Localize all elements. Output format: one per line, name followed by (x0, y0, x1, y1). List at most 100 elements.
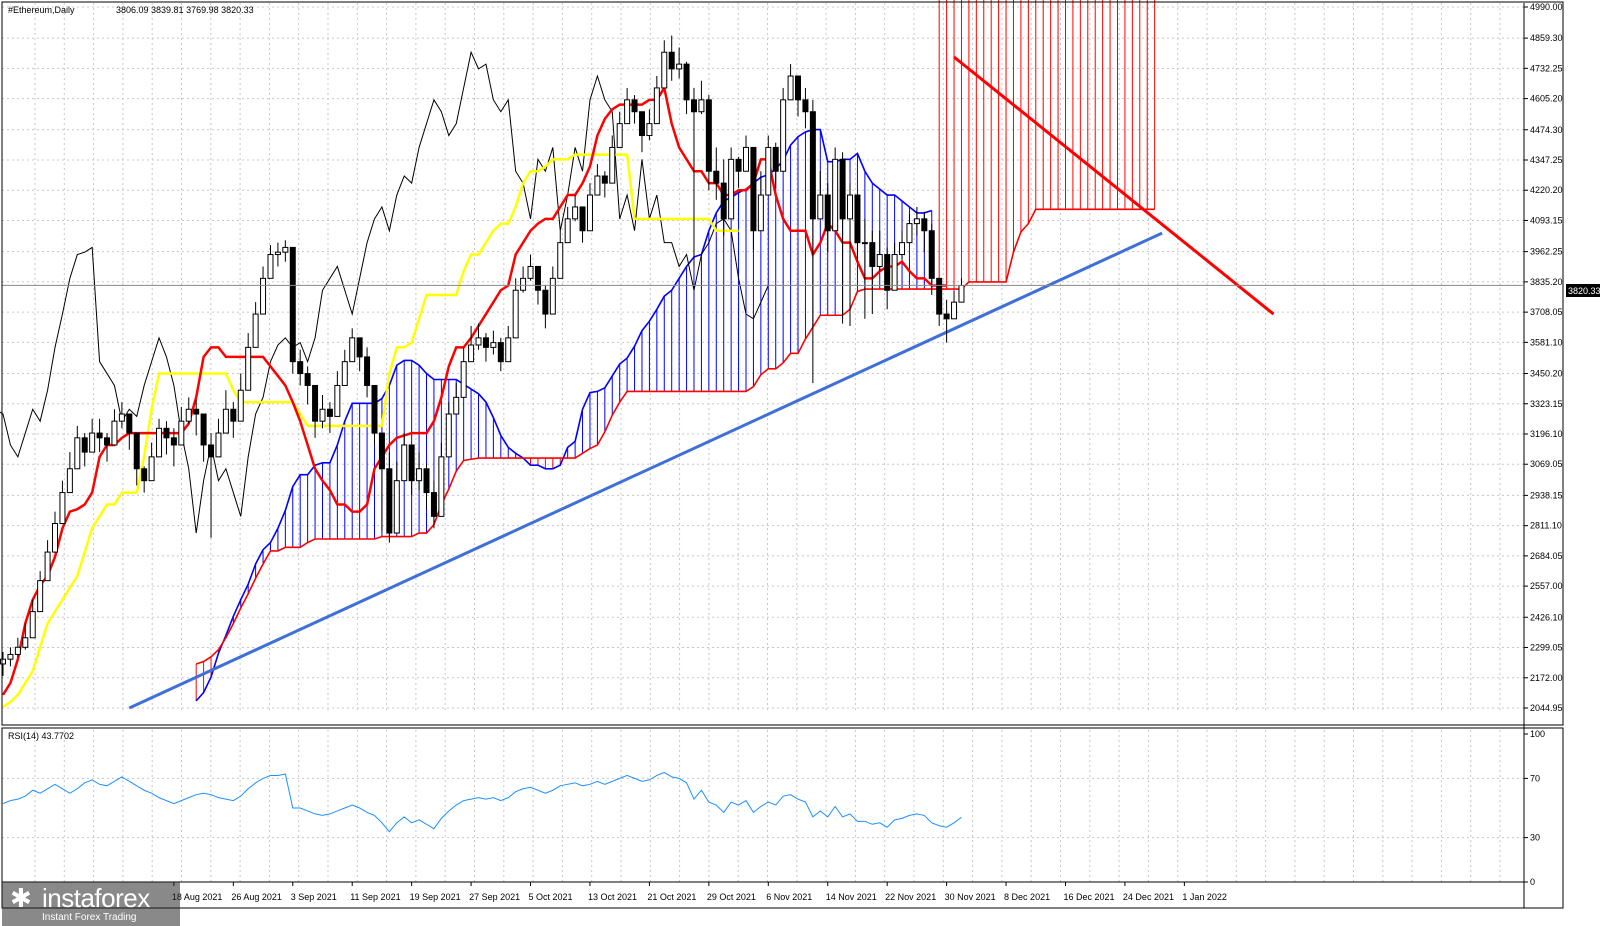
candle-up (765, 146, 772, 196)
price-tick-label: 3069.05 (1530, 459, 1563, 469)
candle-up (222, 408, 229, 434)
candle-down (928, 230, 935, 279)
candle-up (274, 251, 281, 256)
candle-up (37, 580, 44, 613)
candle-up (609, 146, 616, 184)
time-tick-label: 3 Sep 2021 (291, 892, 337, 902)
candle-up (468, 344, 475, 363)
time-tick-label: 8 Dec 2021 (1004, 892, 1050, 902)
candle-down (193, 408, 200, 415)
time-tick-label: 29 Oct 2021 (707, 892, 756, 902)
candle-up (148, 456, 155, 482)
candle-up (44, 551, 51, 582)
candle-up (245, 346, 252, 391)
ichimoku-cloud (195, 0, 1156, 702)
candle-up (334, 384, 341, 417)
candle-up (780, 99, 787, 172)
candle-up (22, 637, 29, 648)
rsi-tick-label: 70 (1530, 773, 1540, 783)
candle-up (66, 468, 73, 494)
candle-down (371, 384, 378, 434)
price-tick-label: 2426.10 (1530, 612, 1563, 622)
time-tick-label: 27 Sep 2021 (469, 892, 520, 902)
price-tick-label: 4990.00 (1530, 2, 1563, 12)
candle-up (906, 223, 913, 244)
candle-down (364, 356, 371, 386)
candle-up (267, 254, 274, 279)
candle-up (958, 284, 965, 303)
candle-up (393, 480, 400, 534)
candle-up (118, 413, 125, 422)
candle-down (772, 146, 779, 172)
rsi-series (2, 771, 962, 833)
candle-down (884, 254, 891, 291)
candle-up (490, 342, 497, 348)
candle-down (408, 444, 415, 482)
candle-down (170, 437, 177, 446)
candle-up (557, 242, 564, 279)
rsi-tick-label: 100 (1530, 729, 1545, 739)
price-tick-label: 2299.05 (1530, 643, 1563, 653)
candle-down (631, 99, 638, 113)
candle-up (252, 313, 259, 348)
candle-up (185, 408, 192, 422)
candle-up (416, 468, 423, 482)
price-tick-label: 4347.25 (1530, 155, 1563, 165)
rsi-panel-frame (1, 727, 1564, 909)
candle-up (29, 611, 36, 639)
candle-down (126, 413, 133, 434)
candle-down (795, 75, 802, 101)
time-tick-label: 13 Oct 2021 (588, 892, 637, 902)
candle-up (817, 194, 824, 220)
candle-down (96, 432, 103, 439)
candle-down (869, 242, 876, 267)
price-tick-label: 3581.10 (1530, 337, 1563, 347)
candle-up (787, 75, 794, 101)
chikou-span (0, 50, 769, 534)
time-tick-label: 26 Aug 2021 (231, 892, 282, 902)
time-tick-label: 21 Oct 2021 (647, 892, 696, 902)
candle-up (757, 194, 764, 232)
time-tick-label: 19 Sep 2021 (410, 892, 461, 902)
downtrend-line (953, 55, 1275, 316)
price-tick-label: 3708.05 (1530, 307, 1563, 317)
logo-tagline: Instant Forex Trading (42, 912, 137, 923)
candle-up (282, 246, 289, 253)
time-tick-label: 24 Dec 2021 (1123, 892, 1174, 902)
candle-down (304, 373, 311, 386)
price-tick-label: 4605.20 (1530, 94, 1563, 104)
candle-down (668, 51, 675, 70)
candle-up (676, 63, 683, 70)
candle-down (943, 313, 950, 320)
candle-up (624, 99, 631, 125)
candle-down (423, 468, 430, 494)
price-tick-label: 2938.15 (1530, 490, 1563, 500)
candle-up (549, 277, 556, 315)
candle-up (653, 87, 660, 125)
candle-down (81, 437, 88, 453)
candle-up (237, 389, 244, 422)
candle-up (349, 337, 356, 363)
candle-up (59, 492, 66, 525)
logo-icon: ✱ (10, 884, 32, 914)
candle-up (178, 420, 185, 446)
time-tick-label: 1 Jan 2022 (1182, 892, 1227, 902)
candle-up (260, 277, 267, 315)
candle-down (854, 194, 861, 244)
candle-up (876, 254, 883, 267)
candle-up (594, 175, 601, 196)
watermark-logo: ✱ instaforex Instant Forex Trading (2, 882, 180, 926)
time-axis: 18 Aug 2021 26 Aug 2021 3 Sep 2021 11 Sep 2… (172, 882, 1227, 902)
candle-up (475, 337, 482, 346)
candle-down (163, 427, 170, 439)
candle-up (401, 444, 408, 482)
candle-up (7, 653, 14, 660)
candle-up (52, 523, 59, 553)
time-tick-label: 16 Dec 2021 (1063, 892, 1114, 902)
candle-down (208, 444, 215, 458)
price-tick-label: 4474.30 (1530, 125, 1563, 135)
rsi-tick-label: 30 (1530, 833, 1540, 843)
candle-down (386, 468, 393, 534)
price-tick-label: 2811.10 (1530, 521, 1562, 531)
candle-up (891, 254, 898, 291)
